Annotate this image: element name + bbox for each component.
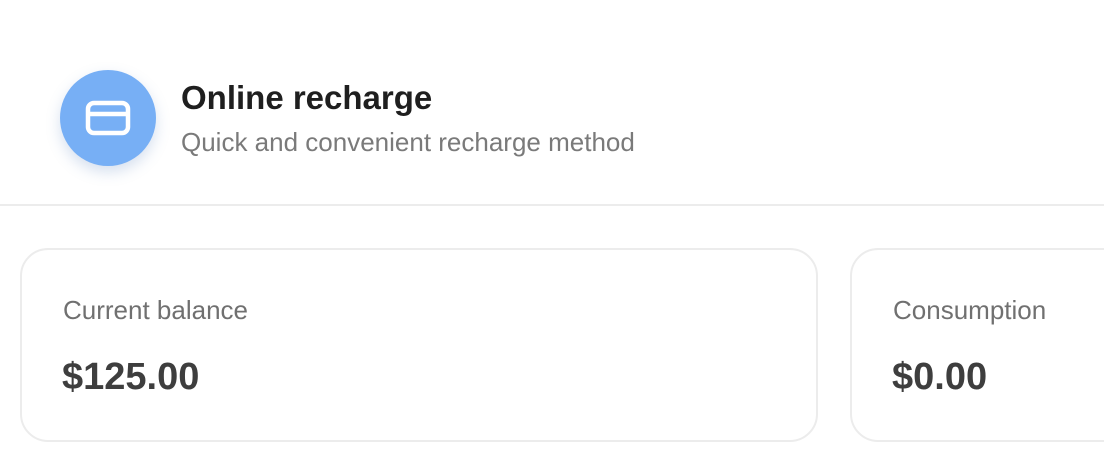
consumption-value: $0.00 [892, 356, 988, 398]
consumption-card: Consumption $0.00 [850, 248, 1104, 442]
consumption-label: Consumption [893, 295, 1047, 325]
page-subtitle: Quick and convenient recharge method [181, 127, 635, 157]
page-title: Online recharge [181, 79, 433, 116]
recharge-icon-badge [60, 70, 156, 166]
recharge-header: Online recharge Quick and convenient rec… [0, 0, 1104, 206]
credit-card-icon [85, 100, 131, 136]
current-balance-value: $125.00 [62, 356, 200, 398]
current-balance-card: Current balance $125.00 [20, 248, 818, 442]
current-balance-label: Current balance [63, 295, 248, 325]
recharge-page: Online recharge Quick and convenient rec… [0, 0, 1104, 468]
